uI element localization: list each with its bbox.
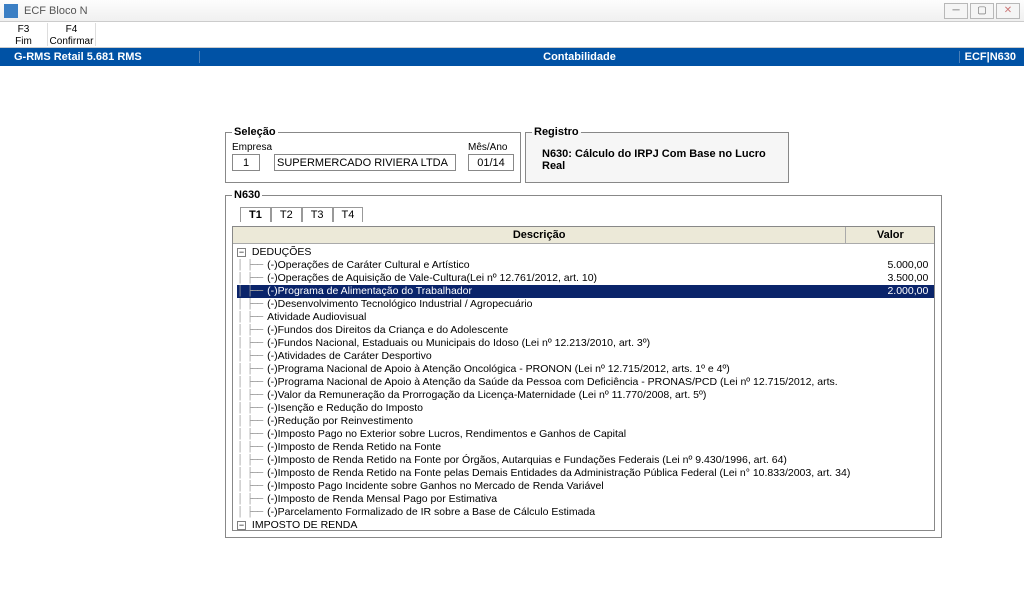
tree-item[interactable]: │ ├── (-)Imposto de Renda Retido na Font… (237, 441, 934, 454)
close-button[interactable]: ✕ (996, 3, 1020, 19)
minimize-button[interactable]: ─ (944, 3, 968, 19)
mesano-label: Mês/Ano (468, 142, 514, 153)
registro-text: N630: Cálculo do IRPJ Com Base no Lucro … (532, 142, 782, 176)
tree-item[interactable]: │ ├── (-)Operações de Aquisição de Vale-… (237, 272, 934, 285)
tree-group[interactable]: − IMPOSTO DE RENDA (237, 519, 934, 530)
empresa-label: Empresa (232, 142, 272, 153)
tree-item[interactable]: │ ├── (-)Imposto de Renda Retido na Font… (237, 454, 934, 467)
tree-item[interactable]: │ ├── (-)Programa de Alimentação do Trab… (237, 285, 934, 298)
tree-item[interactable]: │ ├── (-)Parcelamento Formalizado de IR … (237, 506, 934, 519)
fn-f4-confirmar[interactable]: F4 Confirmar (48, 23, 96, 46)
tree-item[interactable]: │ ├── Atividade Audiovisual (237, 311, 934, 324)
tree-item[interactable]: │ ├── (-)Operações de Caráter Cultural e… (237, 259, 934, 272)
tab-t1[interactable]: T1 (240, 207, 271, 222)
app-version: G-RMS Retail 5.681 RMS (0, 51, 200, 63)
module-name: Contabilidade (200, 51, 959, 63)
tab-strip: T1 T2 T3 T4 (240, 207, 935, 222)
expand-toggle-icon[interactable]: − (237, 521, 246, 530)
tree-item[interactable]: │ ├── (-)Redução por Reinvestimento (237, 415, 934, 428)
tree-item[interactable]: │ ├── (-)Fundos Nacional, Estaduais ou M… (237, 337, 934, 350)
tree-item[interactable]: │ ├── (-)Desenvolvimento Tecnológico Ind… (237, 298, 934, 311)
selecao-legend: Seleção (232, 126, 278, 138)
registro-fieldset: Registro N630: Cálculo do IRPJ Com Base … (525, 126, 789, 183)
tree-item[interactable]: │ ├── (-)Imposto de Renda Retido na Font… (237, 467, 934, 480)
column-header-valor[interactable]: Valor (846, 227, 934, 243)
tab-t4[interactable]: T4 (333, 207, 364, 222)
screen-code: ECF|N630 (959, 51, 1024, 63)
tree-body[interactable]: − DEDUÇÕES │ ├── (-)Operações de Caráter… (233, 244, 934, 530)
tree-item[interactable]: │ ├── (-)Programa Nacional de Apoio à At… (237, 376, 934, 389)
tree-item[interactable]: │ ├── (-)Imposto Pago Incidente sobre Ga… (237, 480, 934, 493)
empresa-name-input[interactable] (274, 154, 456, 171)
tree-item[interactable]: │ ├── (-)Imposto de Renda Mensal Pago po… (237, 493, 934, 506)
tab-t2[interactable]: T2 (271, 207, 302, 222)
maximize-button[interactable]: ▢ (970, 3, 994, 19)
function-key-bar: F3 Fim F4 Confirmar (0, 22, 1024, 48)
window-title: ECF Bloco N (24, 5, 88, 17)
status-bar: G-RMS Retail 5.681 RMS Contabilidade ECF… (0, 48, 1024, 66)
app-icon (4, 4, 18, 18)
tree-item[interactable]: │ ├── (-)Fundos dos Direitos da Criança … (237, 324, 934, 337)
tree-group[interactable]: − DEDUÇÕES (237, 246, 934, 259)
expand-toggle-icon[interactable]: − (237, 248, 246, 257)
tree-item[interactable]: │ ├── (-)Programa Nacional de Apoio à At… (237, 363, 934, 376)
registro-legend: Registro (532, 126, 581, 138)
tree-item[interactable]: │ ├── (-)Imposto Pago no Exterior sobre … (237, 428, 934, 441)
n630-legend: N630 (232, 189, 262, 201)
tree-item[interactable]: │ ├── (-)Valor da Remuneração da Prorrog… (237, 389, 934, 402)
tab-t3[interactable]: T3 (302, 207, 333, 222)
n630-fieldset: N630 T1 T2 T3 T4 Descrição Valor − DEDUÇ… (225, 189, 942, 538)
tree-item[interactable]: │ ├── (-)Isenção e Redução do Imposto (237, 402, 934, 415)
selecao-fieldset: Seleção Empresa Mês/Ano (225, 126, 521, 183)
tree-grid: Descrição Valor − DEDUÇÕES │ ├── (-)Oper… (232, 226, 935, 531)
column-header-descricao[interactable]: Descrição (233, 227, 846, 243)
window-titlebar: ECF Bloco N ─ ▢ ✕ (0, 0, 1024, 22)
tree-item[interactable]: │ ├── (-)Atividades de Caráter Desportiv… (237, 350, 934, 363)
fn-f3-fim[interactable]: F3 Fim (0, 23, 48, 46)
empresa-code-input[interactable] (232, 154, 260, 171)
mesano-input[interactable] (468, 154, 514, 171)
